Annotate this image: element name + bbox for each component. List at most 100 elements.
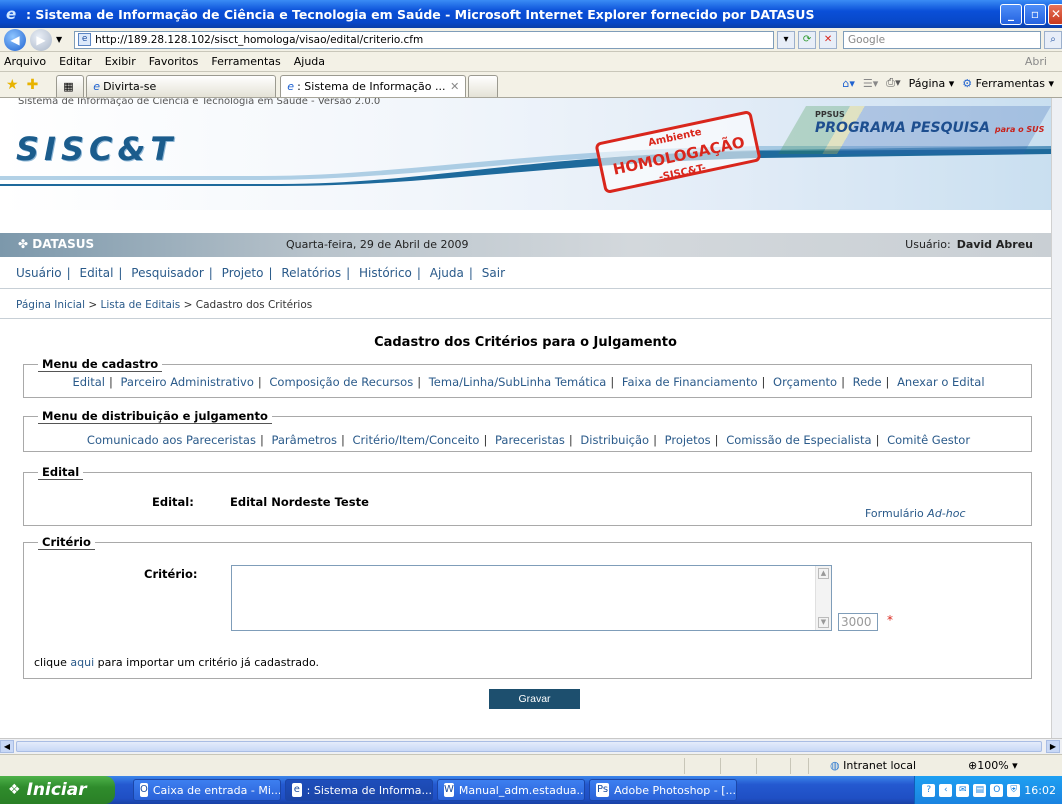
url-dropdown-button[interactable]: ▾: [777, 30, 796, 49]
address-bar: ◀ ▶ ▼ e http://189.28.128.102/sisct_homo…: [0, 28, 1062, 52]
nav-ajuda[interactable]: Ajuda: [430, 266, 464, 280]
url-input[interactable]: e http://189.28.128.102/sisct_homologa/v…: [74, 30, 775, 49]
link-comissao[interactable]: Comissão de Especialista: [726, 433, 871, 447]
scroll-up-icon[interactable]: ▲: [818, 568, 829, 579]
task-ie[interactable]: e: Sistema de Informa...: [285, 779, 433, 801]
link-parceiro-administrativo[interactable]: Parceiro Administrativo: [121, 375, 254, 389]
link-pareceristas[interactable]: Pareceristas: [495, 433, 565, 447]
mail-icon[interactable]: ✉: [956, 783, 970, 797]
favorites-star-icon[interactable]: ★: [6, 77, 19, 93]
search-icon[interactable]: ⌕: [1044, 30, 1062, 49]
task-photoshop[interactable]: Ps Adobe Photoshop - [...: [589, 779, 737, 801]
outlook-tray-icon[interactable]: O: [990, 783, 1004, 797]
link-distribuicao[interactable]: Distribuição: [580, 433, 649, 447]
page-horizontal-scrollbar[interactable]: ◀ ▶: [0, 738, 1062, 754]
menu-ferramentas[interactable]: Ferramentas: [211, 55, 280, 68]
link-separator: |: [483, 433, 488, 447]
link-projetos[interactable]: Projetos: [665, 433, 711, 447]
link-comunicado[interactable]: Comunicado aos Pareceristas: [87, 433, 256, 447]
breadcrumb-home[interactable]: Página Inicial: [16, 299, 85, 311]
start-button[interactable]: ❖ Iniciar: [0, 776, 115, 804]
breadcrumb-list[interactable]: Lista de Editais: [101, 299, 181, 311]
maximize-button[interactable]: ▫: [1024, 4, 1046, 25]
quick-tabs-button[interactable]: ▦: [56, 75, 85, 97]
close-button[interactable]: ✕: [1048, 4, 1062, 25]
link-composicao-recursos[interactable]: Composição de Recursos: [269, 375, 413, 389]
task-label: Manual_adm.estadua...: [458, 783, 585, 797]
link-faixa-financiamento[interactable]: Faixa de Financiamento: [622, 375, 758, 389]
history-dropdown-icon[interactable]: ▼: [56, 35, 62, 44]
home-icon[interactable]: ⌂▾: [842, 77, 855, 90]
zoom-level[interactable]: ⊕100% ▾: [968, 759, 1018, 772]
add-favorite-icon[interactable]: ✚: [27, 77, 39, 93]
nav-usuario[interactable]: Usuário: [16, 266, 62, 280]
status-cell: [684, 758, 685, 774]
form-adhoc-link[interactable]: Formulário Ad-hoc: [865, 507, 966, 520]
link-rede[interactable]: Rede: [853, 375, 882, 389]
forward-button[interactable]: ▶: [30, 28, 52, 51]
form-adhoc: Ad-hoc: [927, 507, 966, 520]
search-input[interactable]: Google: [843, 30, 1042, 49]
nav-edital[interactable]: Edital: [79, 266, 113, 280]
link-anexar-edital[interactable]: Anexar o Edital: [897, 375, 984, 389]
shield-icon[interactable]: ⛨: [1007, 783, 1021, 797]
task-outlook[interactable]: O Caixa de entrada - Mi...: [133, 779, 281, 801]
tools-menu-button[interactable]: ⚙ Ferramentas ▾: [962, 77, 1054, 90]
criterio-label: Critério:: [144, 567, 198, 581]
link-edital[interactable]: Edital: [72, 375, 105, 389]
network-icon[interactable]: ▤: [973, 783, 987, 797]
nav-sair[interactable]: Sair: [482, 266, 505, 280]
link-comite-gestor[interactable]: Comitê Gestor: [887, 433, 970, 447]
save-button[interactable]: Gravar: [489, 689, 580, 709]
character-counter: 3000: [838, 613, 878, 631]
link-tema-linha[interactable]: Tema/Linha/SubLinha Temática: [429, 375, 607, 389]
menu-arquivo[interactable]: Arquivo: [4, 55, 46, 68]
scroll-down-icon[interactable]: ▼: [818, 617, 829, 628]
ie-icon: e: [6, 5, 17, 23]
new-tab-button[interactable]: [468, 75, 499, 97]
link-orcamento[interactable]: Orçamento: [773, 375, 837, 389]
breadcrumb-current: Cadastro dos Critérios: [195, 299, 313, 311]
tab-sistema[interactable]: e : Sistema de Informação ... ✕: [280, 75, 467, 97]
edital-value: Edital Nordeste Teste: [230, 495, 369, 509]
link-separator: |: [875, 433, 880, 447]
textarea-scrollbar[interactable]: ▲ ▼: [815, 566, 831, 630]
link-separator: |: [714, 433, 719, 447]
scroll-right-icon[interactable]: ▶: [1046, 740, 1060, 753]
menu-exibir[interactable]: Exibir: [105, 55, 136, 68]
back-button[interactable]: ◀: [4, 28, 26, 51]
menu-favoritos[interactable]: Favoritos: [149, 55, 199, 68]
help-icon[interactable]: ?: [922, 783, 936, 797]
scroll-thumb[interactable]: [16, 741, 1042, 752]
page-menu-button[interactable]: Página ▾: [909, 77, 955, 90]
import-criterio-text: clique aqui para importar um critério já…: [34, 656, 319, 669]
nav-relatorios[interactable]: Relatórios: [281, 266, 341, 280]
criterio-textarea[interactable]: ▲ ▼: [231, 565, 832, 631]
scroll-left-icon[interactable]: ◀: [0, 740, 14, 753]
link-parametros[interactable]: Parâmetros: [271, 433, 337, 447]
refresh-icon[interactable]: ⟳: [798, 30, 817, 49]
tab-divirta-se[interactable]: e Divirta-se: [86, 75, 277, 97]
menu-ajuda[interactable]: Ajuda: [294, 55, 325, 68]
page-vertical-scrollbar[interactable]: [1051, 98, 1062, 738]
menu-abri[interactable]: Abri: [1025, 55, 1047, 68]
collapse-tray-icon[interactable]: ‹: [939, 783, 953, 797]
fieldset-menu-distribuicao: Menu de distribuição e julgamento Comuni…: [23, 409, 1032, 452]
task-word[interactable]: W Manual_adm.estadua...: [437, 779, 585, 801]
feeds-icon[interactable]: ☰▾: [863, 77, 878, 90]
stop-icon[interactable]: ✕: [819, 30, 838, 49]
clock: 16:02: [1024, 783, 1056, 797]
nav-pesquisador[interactable]: Pesquisador: [131, 266, 204, 280]
minimize-button[interactable]: _: [1000, 4, 1022, 25]
security-zone[interactable]: ◍ Intranet local: [830, 759, 916, 772]
nav-historico[interactable]: Histórico: [359, 266, 412, 280]
menu-editar[interactable]: Editar: [59, 55, 92, 68]
title-bar[interactable]: e : Sistema de Informação de Ciência e T…: [0, 0, 1062, 28]
ppsus-title: PROGRAMA PESQUISA para o SUS: [815, 120, 1044, 136]
close-tab-icon[interactable]: ✕: [450, 80, 459, 93]
link-criterio-item[interactable]: Critério/Item/Conceito: [353, 433, 480, 447]
nav-projeto[interactable]: Projeto: [222, 266, 264, 280]
print-icon[interactable]: ⎙▾: [886, 76, 900, 90]
nav-separator: |: [468, 266, 473, 280]
import-link[interactable]: aqui: [70, 656, 94, 669]
